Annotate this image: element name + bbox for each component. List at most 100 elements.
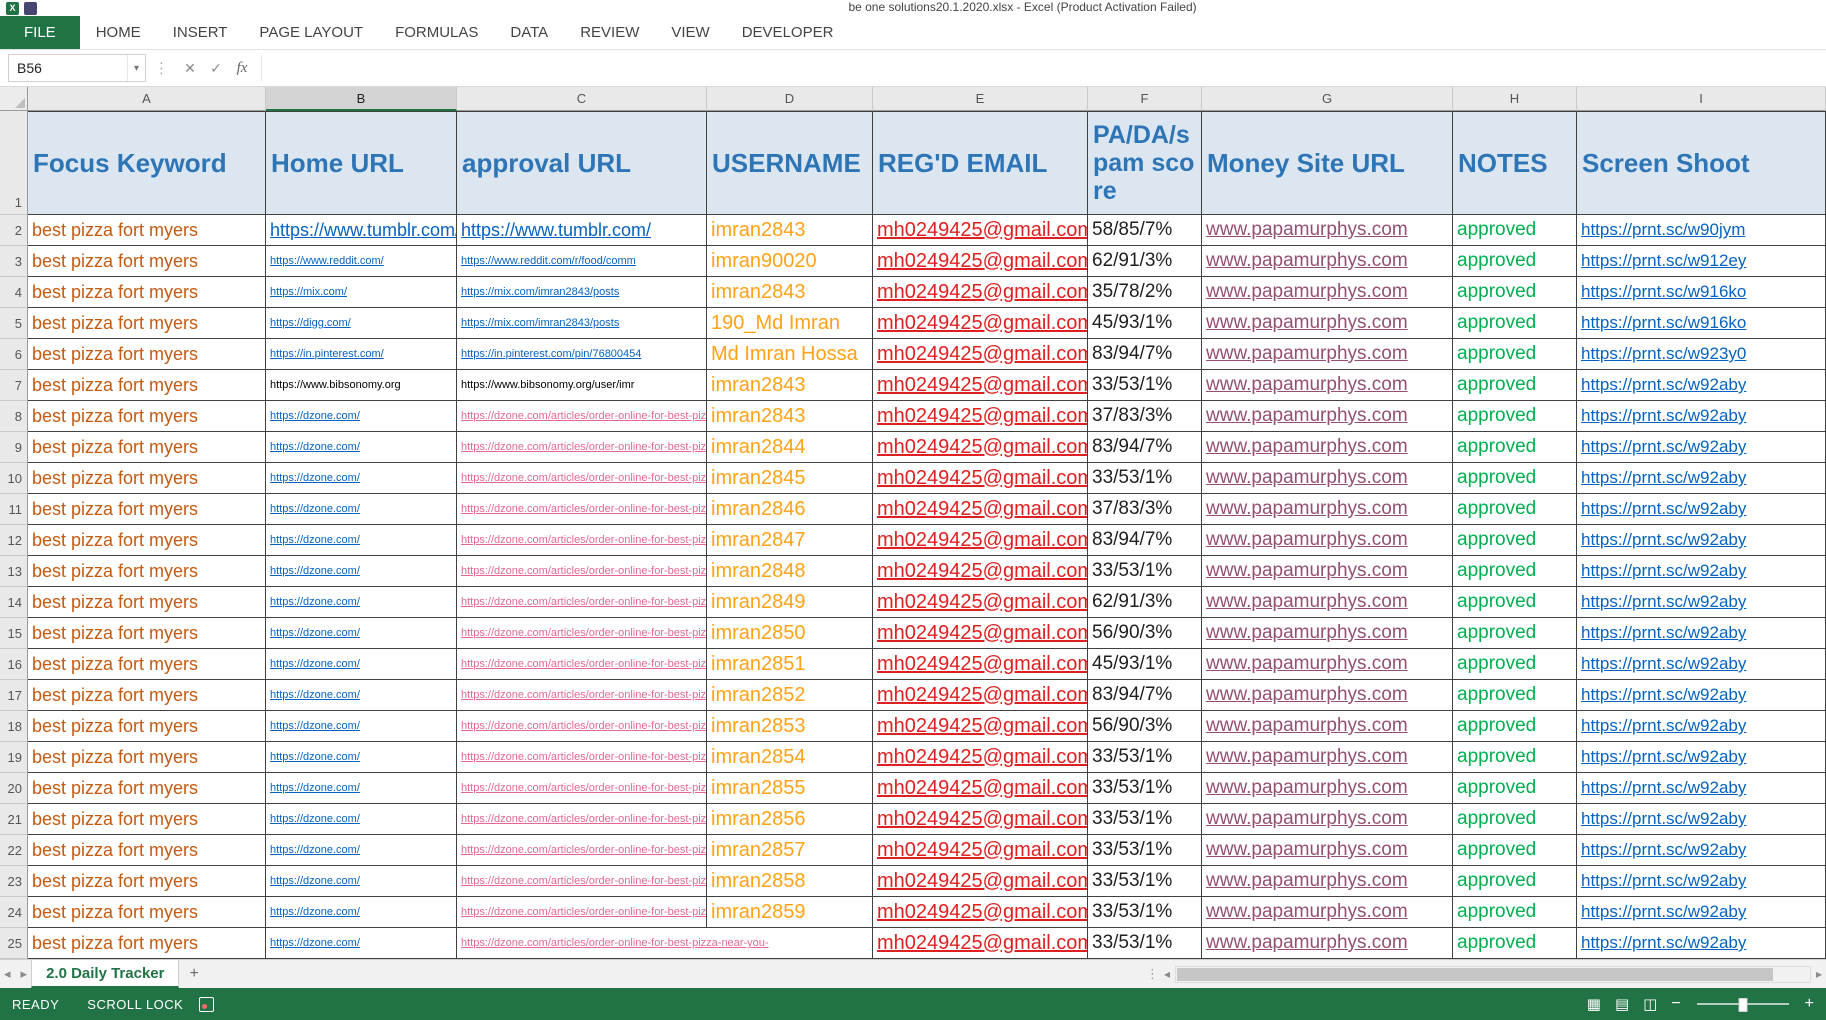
cell-notes[interactable]: approved — [1453, 680, 1577, 711]
cell-focus-keyword[interactable]: best pizza fort myers — [28, 649, 266, 680]
cell-username[interactable]: imran2851 — [707, 649, 873, 680]
cell-money-site-url[interactable]: www.papamurphys.com — [1202, 804, 1453, 835]
row-number[interactable]: 6 — [0, 339, 28, 370]
row-number[interactable]: 24 — [0, 897, 28, 928]
cell-home-url[interactable]: https://dzone.com/ — [266, 556, 457, 587]
qat-customize-icon[interactable] — [24, 2, 37, 15]
scrollbar-splitter-icon[interactable]: ⋮ — [1146, 966, 1159, 982]
cell-regd-email[interactable]: mh0249425@gmail.com — [873, 649, 1088, 680]
cell-focus-keyword[interactable]: best pizza fort myers — [28, 494, 266, 525]
cell-focus-keyword[interactable]: best pizza fort myers — [28, 618, 266, 649]
cell-pa-da-spam-score[interactable]: 83/94/7% — [1088, 525, 1202, 556]
cell-screen-shoot[interactable]: https://prnt.sc/w92aby — [1577, 866, 1826, 897]
cell-approval-url[interactable]: https://dzone.com/articles/order-online-… — [457, 401, 707, 432]
formula-input[interactable] — [261, 55, 1826, 81]
cell-notes[interactable]: approved — [1453, 277, 1577, 308]
cell-approval-url[interactable]: https://dzone.com/articles/order-online-… — [457, 928, 873, 959]
cell-notes[interactable]: approved — [1453, 804, 1577, 835]
row-number[interactable]: 16 — [0, 649, 28, 680]
cell-screen-shoot[interactable]: https://prnt.sc/w92aby — [1577, 773, 1826, 804]
cell-regd-email[interactable]: mh0249425@gmail.com — [873, 680, 1088, 711]
sheet-tab-daily-tracker[interactable]: 2.0 Daily Tracker — [31, 960, 179, 988]
cell-screen-shoot[interactable]: https://prnt.sc/w92aby — [1577, 618, 1826, 649]
tab-insert[interactable]: INSERT — [157, 16, 244, 49]
zoom-slider-thumb[interactable] — [1738, 998, 1747, 1012]
cell-money-site-url[interactable]: www.papamurphys.com — [1202, 463, 1453, 494]
cell-pa-da-spam-score[interactable]: 83/94/7% — [1088, 339, 1202, 370]
cell-regd-email[interactable]: mh0249425@gmail.com — [873, 587, 1088, 618]
cell-home-url[interactable]: https://dzone.com/ — [266, 773, 457, 804]
cell-home-url[interactable]: https://dzone.com/ — [266, 432, 457, 463]
tab-view[interactable]: VIEW — [655, 16, 725, 49]
cell-notes[interactable]: approved — [1453, 432, 1577, 463]
normal-view-icon[interactable]: ▦ — [1587, 995, 1601, 1013]
cell-notes[interactable]: approved — [1453, 587, 1577, 618]
cell-approval-url[interactable]: https://www.tumblr.com/ — [457, 215, 707, 246]
cell-focus-keyword[interactable]: best pizza fort myers — [28, 308, 266, 339]
cell-notes[interactable]: approved — [1453, 339, 1577, 370]
cell-regd-email[interactable]: mh0249425@gmail.com — [873, 897, 1088, 928]
cell-money-site-url[interactable]: www.papamurphys.com — [1202, 866, 1453, 897]
col-header-d[interactable]: D — [707, 87, 873, 111]
cell-money-site-url[interactable]: www.papamurphys.com — [1202, 339, 1453, 370]
cell-approval-url[interactable]: https://dzone.com/articles/order-online-… — [457, 525, 707, 556]
cell-home-url[interactable]: https://www.bibsonomy.org — [266, 370, 457, 401]
insert-function-icon[interactable]: fx — [229, 60, 255, 77]
cell-regd-email[interactable]: mh0249425@gmail.com — [873, 804, 1088, 835]
cell-regd-email[interactable]: mh0249425@gmail.com — [873, 463, 1088, 494]
cell-notes[interactable]: approved — [1453, 618, 1577, 649]
cell-notes[interactable]: approved — [1453, 742, 1577, 773]
header-pa-da-spam-score[interactable]: PA/DA/spam score — [1088, 111, 1202, 215]
cell-regd-email[interactable]: mh0249425@gmail.com — [873, 835, 1088, 866]
cell-focus-keyword[interactable]: best pizza fort myers — [28, 339, 266, 370]
col-header-c[interactable]: C — [457, 87, 707, 111]
row-number[interactable]: 13 — [0, 556, 28, 587]
cell-approval-url[interactable]: https://dzone.com/articles/order-online-… — [457, 804, 707, 835]
cell-username[interactable]: imran2848 — [707, 556, 873, 587]
cell-regd-email[interactable]: mh0249425@gmail.com — [873, 432, 1088, 463]
cell-screen-shoot[interactable]: https://prnt.sc/w912ey — [1577, 246, 1826, 277]
cell-home-url[interactable]: https://mix.com/ — [266, 277, 457, 308]
cell-money-site-url[interactable]: www.papamurphys.com — [1202, 773, 1453, 804]
col-header-e[interactable]: E — [873, 87, 1088, 111]
cell-home-url[interactable]: https://dzone.com/ — [266, 401, 457, 432]
cell-screen-shoot[interactable]: https://prnt.sc/w916ko — [1577, 277, 1826, 308]
cell-approval-url[interactable]: https://dzone.com/articles/order-online-… — [457, 835, 707, 866]
cell-focus-keyword[interactable]: best pizza fort myers — [28, 711, 266, 742]
next-sheet-icon[interactable]: ▸ — [21, 966, 28, 982]
row-number[interactable]: 25 — [0, 928, 28, 959]
cell-regd-email[interactable]: mh0249425@gmail.com — [873, 401, 1088, 432]
cell-pa-da-spam-score[interactable]: 33/53/1% — [1088, 835, 1202, 866]
row-number[interactable]: 8 — [0, 401, 28, 432]
cell-pa-da-spam-score[interactable]: 58/85/7% — [1088, 215, 1202, 246]
cell-regd-email[interactable]: mh0249425@gmail.com — [873, 246, 1088, 277]
cell-notes[interactable]: approved — [1453, 711, 1577, 742]
cell-money-site-url[interactable]: www.papamurphys.com — [1202, 618, 1453, 649]
row-number[interactable]: 21 — [0, 804, 28, 835]
cell-username[interactable]: imran2843 — [707, 277, 873, 308]
cell-notes[interactable]: approved — [1453, 556, 1577, 587]
record-macro-icon[interactable] — [199, 997, 214, 1012]
cell-focus-keyword[interactable]: best pizza fort myers — [28, 897, 266, 928]
cell-screen-shoot[interactable]: https://prnt.sc/w92aby — [1577, 711, 1826, 742]
cell-username[interactable]: imran2849 — [707, 587, 873, 618]
cell-screen-shoot[interactable]: https://prnt.sc/w92aby — [1577, 525, 1826, 556]
select-all-corner[interactable] — [0, 87, 28, 111]
cell-username[interactable]: imran2850 — [707, 618, 873, 649]
row-number[interactable]: 17 — [0, 680, 28, 711]
cell-pa-da-spam-score[interactable]: 33/53/1% — [1088, 897, 1202, 928]
header-regd-email[interactable]: REG'D EMAIL — [873, 111, 1088, 215]
col-header-b[interactable]: B — [266, 87, 457, 111]
header-username[interactable]: USERNAME — [707, 111, 873, 215]
cell-regd-email[interactable]: mh0249425@gmail.com — [873, 308, 1088, 339]
cell-money-site-url[interactable]: www.papamurphys.com — [1202, 897, 1453, 928]
cell-pa-da-spam-score[interactable]: 83/94/7% — [1088, 432, 1202, 463]
row-number[interactable]: 9 — [0, 432, 28, 463]
cell-screen-shoot[interactable]: https://prnt.sc/w92aby — [1577, 928, 1826, 959]
row-number[interactable]: 7 — [0, 370, 28, 401]
row-number[interactable]: 2 — [0, 215, 28, 246]
tab-data[interactable]: DATA — [494, 16, 564, 49]
col-header-g[interactable]: G — [1202, 87, 1453, 111]
cell-home-url[interactable]: https://dzone.com/ — [266, 494, 457, 525]
row-number[interactable]: 10 — [0, 463, 28, 494]
